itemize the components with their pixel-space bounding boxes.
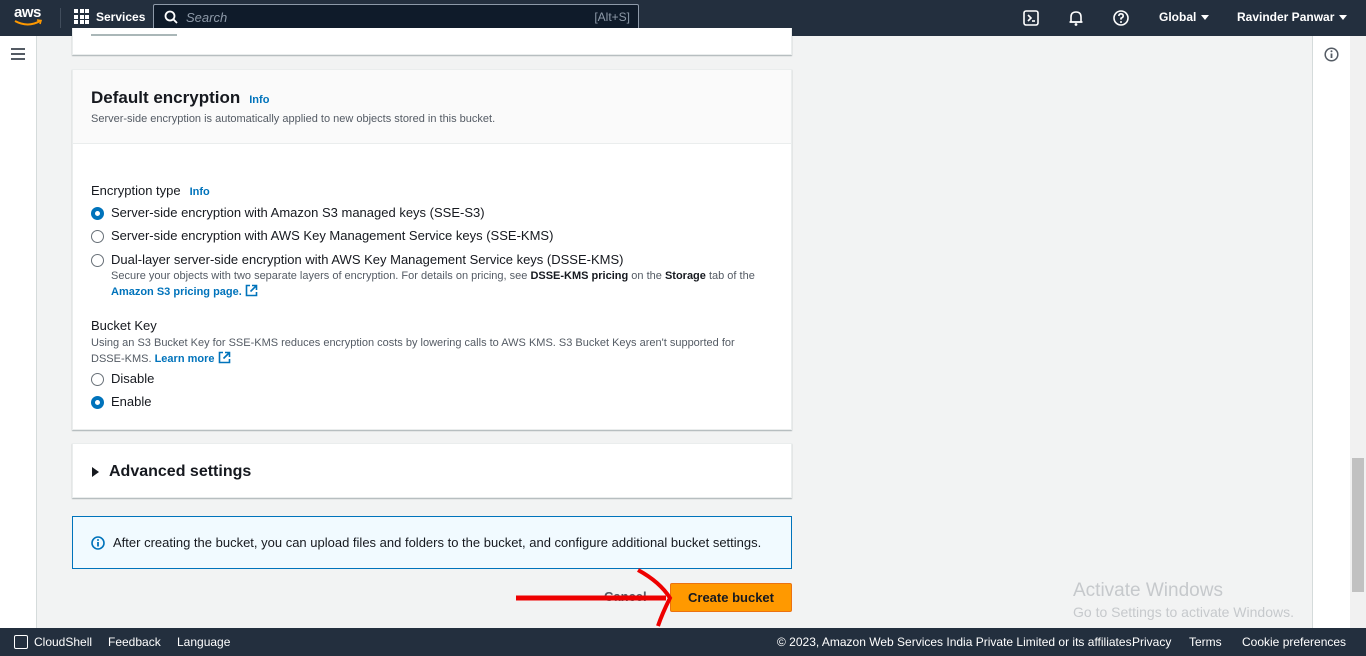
learn-more-link[interactable]: Learn more <box>155 353 215 365</box>
grid-icon <box>74 9 89 24</box>
footer-terms-link[interactable]: Terms <box>1189 635 1222 649</box>
chevron-down-icon <box>1339 15 1348 21</box>
external-link-icon <box>218 351 230 364</box>
windows-activation-watermark: Activate Windows Go to Settings to activ… <box>1073 580 1294 620</box>
s3-pricing-link[interactable]: Amazon S3 pricing page. <box>111 286 242 298</box>
advanced-settings-title: Advanced settings <box>109 463 252 480</box>
search-box[interactable]: [Alt+S] <box>153 4 639 30</box>
radio-bucket-key-disable[interactable]: Disable <box>91 371 154 386</box>
annotation-arrow <box>516 568 673 627</box>
search-icon <box>164 10 178 24</box>
radio-label: Server-side encryption with Amazon S3 ma… <box>111 205 485 220</box>
info-circle-icon <box>91 535 105 550</box>
menu-icon[interactable] <box>11 48 25 63</box>
services-label: Services <box>96 9 146 24</box>
alert-text: After creating the bucket, you can uploa… <box>113 535 762 550</box>
services-menu-button[interactable]: Services <box>74 9 145 24</box>
radio-label: Dual-layer server-side encryption with A… <box>111 252 624 267</box>
left-navigation-rail <box>0 36 37 628</box>
region-label: Global <box>1159 10 1197 24</box>
cloudshell-icon <box>14 635 28 649</box>
aws-logo-text: aws <box>14 4 41 21</box>
radio-button[interactable] <box>91 230 104 243</box>
radio-sse-kms[interactable]: Server-side encryption with AWS Key Mana… <box>91 228 553 243</box>
caret-right-icon <box>92 467 99 477</box>
footer: CloudShell Feedback Language © 2023, Ama… <box>0 628 1366 656</box>
radio-button-selected[interactable] <box>91 396 104 409</box>
help-icon[interactable] <box>1112 9 1130 27</box>
cloudshell-icon[interactable] <box>1022 9 1040 27</box>
footer-privacy-link[interactable]: Privacy <box>1132 635 1171 649</box>
scrollbar-thumb[interactable] <box>1352 458 1364 592</box>
external-link-icon <box>245 284 258 297</box>
user-menu[interactable]: Ravinder Panwar <box>1237 10 1348 24</box>
info-alert: After creating the bucket, you can uploa… <box>72 516 792 569</box>
advanced-settings-toggle[interactable]: Advanced settings <box>92 463 251 481</box>
region-selector[interactable]: Global <box>1159 10 1210 24</box>
footer-copyright: © 2023, Amazon Web Services India Privat… <box>777 635 1135 649</box>
user-name: Ravinder Panwar <box>1237 10 1335 24</box>
radio-button-selected[interactable] <box>91 207 104 220</box>
encryption-info-link[interactable]: Info <box>249 94 269 106</box>
default-encryption-panel: Default encryption Info Server-side encry… <box>72 69 792 430</box>
dsse-note: Secure your objects with two separate la… <box>111 269 761 300</box>
bucket-key-description: Using an S3 Bucket Key for SSE-KMS reduc… <box>91 336 761 367</box>
encryption-header: Default encryption Info Server-side encry… <box>73 70 791 144</box>
bell-icon[interactable] <box>1067 9 1085 27</box>
radio-bucket-key-enable[interactable]: Enable <box>91 394 151 409</box>
search-shortcut: [Alt+S] <box>594 10 630 24</box>
aws-logo[interactable]: aws <box>14 4 46 30</box>
advanced-settings-panel[interactable]: Advanced settings <box>72 443 792 498</box>
dsse-note-text: on the <box>628 270 665 282</box>
bucket-key-label: Bucket Key <box>91 318 157 333</box>
chevron-down-icon <box>1201 15 1210 21</box>
nav-divider <box>60 8 61 28</box>
radio-sse-s3[interactable]: Server-side encryption with Amazon S3 ma… <box>91 205 485 220</box>
create-bucket-button[interactable]: Create bucket <box>670 583 792 612</box>
search-input[interactable] <box>186 9 566 25</box>
right-tools-rail <box>1312 36 1350 628</box>
dsse-pricing-text: DSSE-KMS pricing <box>530 270 629 282</box>
previous-panel <box>72 28 792 55</box>
footer-feedback-link[interactable]: Feedback <box>108 635 161 649</box>
encryption-type-heading: Encryption type Info <box>91 182 210 200</box>
radio-label: Enable <box>111 394 152 409</box>
footer-cookie-preferences-link[interactable]: Cookie preferences <box>1242 635 1346 649</box>
encryption-title: Default encryption <box>91 88 241 107</box>
encryption-type-info-link[interactable]: Info <box>190 186 210 198</box>
radio-dsse-kms[interactable]: Dual-layer server-side encryption with A… <box>91 252 761 300</box>
aws-smile-icon <box>14 19 43 26</box>
footer-cloudshell-link[interactable]: CloudShell <box>34 635 92 649</box>
info-panel-icon[interactable] <box>1324 47 1339 62</box>
radio-button[interactable] <box>91 373 104 386</box>
storage-text: Storage <box>664 270 706 282</box>
panel-stub <box>91 34 177 36</box>
encryption-description: Server-side encryption is automatically … <box>91 113 496 125</box>
watermark-line-1: Activate Windows <box>1073 580 1223 601</box>
dsse-note-text: tab of the <box>705 270 755 282</box>
radio-button[interactable] <box>91 254 104 267</box>
radio-label: Disable <box>111 371 155 386</box>
watermark-line-2: Go to Settings to activate Windows. <box>1073 604 1294 620</box>
radio-label: Server-side encryption with AWS Key Mana… <box>111 228 554 243</box>
footer-language-link[interactable]: Language <box>177 635 230 649</box>
encryption-type-label: Encryption type <box>91 183 181 198</box>
dsse-note-text: Secure your objects with two separate la… <box>111 270 531 282</box>
